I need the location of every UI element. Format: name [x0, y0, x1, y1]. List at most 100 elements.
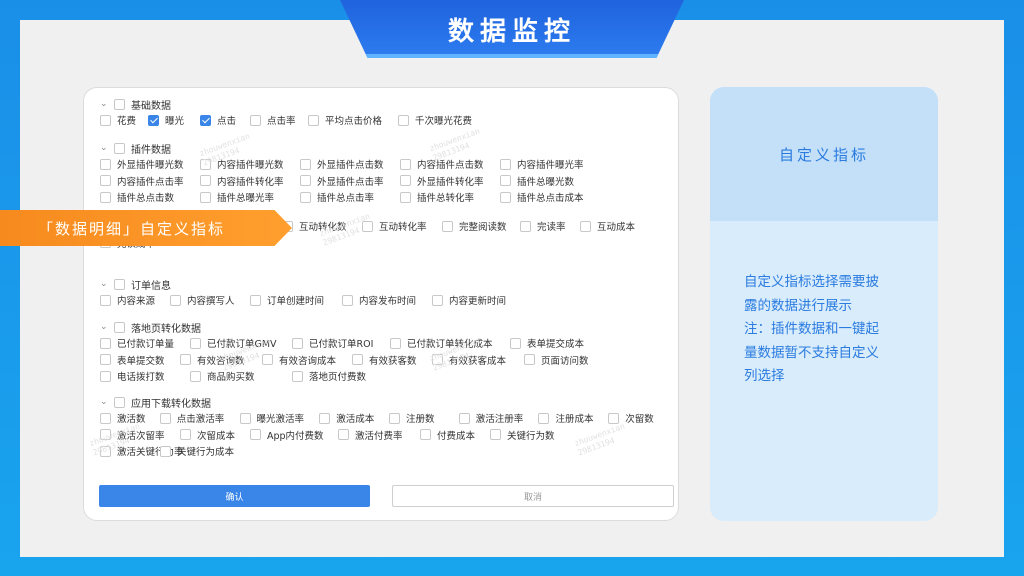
metric-checkbox[interactable] [319, 412, 331, 424]
metric-checkbox[interactable] [490, 429, 501, 441]
metric-checkbox[interactable] [390, 337, 401, 349]
metric-checkbox[interactable] [352, 354, 363, 366]
metric-option[interactable]: 外显插件转化率 [400, 174, 500, 188]
metric-checkbox[interactable] [300, 158, 311, 170]
metric-option[interactable]: 关键行为数 [490, 428, 570, 442]
metric-option[interactable]: 电话拨打数 [100, 369, 190, 383]
metric-option[interactable]: 插件总点击成本 [500, 190, 600, 204]
metric-option[interactable]: 落地页付费数 [292, 369, 390, 383]
metric-option[interactable]: 激活数 [100, 411, 160, 425]
metric-checkbox[interactable] [100, 158, 111, 170]
metric-checkbox[interactable] [300, 175, 311, 187]
metric-option[interactable]: 内容撰写人 [170, 293, 250, 307]
metric-option[interactable]: 次留数 [608, 411, 668, 425]
metric-option[interactable]: 外显插件曝光数 [100, 157, 200, 171]
metric-checkbox[interactable] [100, 294, 111, 306]
cancel-button[interactable]: 取消 [392, 485, 674, 507]
metric-checkbox[interactable] [580, 220, 591, 232]
metric-checkbox[interactable] [159, 412, 171, 424]
metric-option[interactable]: 完读率 [520, 219, 580, 233]
metric-option[interactable]: 商品购买数 [190, 369, 292, 383]
metric-option[interactable]: 内容更新时间 [432, 293, 522, 307]
section-header[interactable]: ⌄ 落地页转化数据 [100, 319, 668, 335]
metric-option[interactable]: 已付款订单量 [100, 336, 190, 350]
metric-checkbox[interactable] [608, 412, 620, 424]
chevron-down-icon[interactable]: ⌄ [100, 322, 114, 332]
metric-checkbox[interactable] [180, 354, 191, 366]
metric-option[interactable]: 页面访问数 [524, 353, 604, 367]
metric-checkbox[interactable] [388, 412, 400, 424]
metric-checkbox[interactable] [510, 337, 521, 349]
metric-option[interactable]: 付费成本 [420, 428, 490, 442]
metric-checkbox[interactable] [292, 337, 303, 349]
metric-option[interactable]: App内付费数 [250, 428, 338, 442]
metric-option[interactable]: 注册数 [388, 411, 459, 425]
metric-checkbox[interactable] [400, 175, 411, 187]
metric-option[interactable]: 已付款订单转化成本 [390, 336, 510, 350]
metric-option[interactable]: 完整阅读数 [442, 219, 520, 233]
metric-option[interactable]: 次留成本 [180, 428, 250, 442]
metric-option[interactable]: 订单创建时间 [250, 293, 342, 307]
metric-option[interactable]: 点击 [200, 113, 250, 127]
metric-option[interactable]: 有效咨询成本 [262, 353, 352, 367]
chevron-down-icon[interactable]: ⌄ [100, 397, 114, 407]
metric-checkbox[interactable] [342, 294, 353, 306]
metric-option[interactable]: 内容插件点击数 [400, 157, 500, 171]
metric-option[interactable]: 插件总曝光率 [200, 190, 300, 204]
metric-checkbox[interactable] [524, 354, 535, 366]
metric-checkbox[interactable] [190, 337, 201, 349]
metric-option[interactable]: 平均点击价格 [308, 113, 398, 127]
chevron-down-icon[interactable]: ⌄ [100, 279, 114, 289]
section-header[interactable]: ⌄ 基础数据 [100, 96, 668, 112]
metric-option[interactable]: 表单提交数 [100, 353, 180, 367]
confirm-button[interactable]: 确认 [99, 485, 370, 507]
metric-checkbox[interactable] [400, 158, 411, 170]
metric-option[interactable]: 有效获客成本 [432, 353, 524, 367]
metric-checkbox[interactable] [180, 429, 191, 441]
metric-option[interactable]: 插件总曝光数 [500, 174, 600, 188]
section-select-all-checkbox[interactable] [114, 321, 125, 333]
metric-checkbox[interactable] [538, 412, 550, 424]
metric-checkbox[interactable] [170, 294, 181, 306]
metric-option[interactable]: 内容插件转化率 [200, 174, 300, 188]
metric-option[interactable]: 内容插件曝光率 [500, 157, 600, 171]
section-select-all-checkbox[interactable] [114, 396, 125, 408]
chevron-down-icon[interactable]: ⌄ [100, 99, 114, 109]
metric-checkbox[interactable] [100, 445, 111, 457]
metric-option[interactable]: 有效咨询数 [180, 353, 262, 367]
metric-option[interactable]: 互动转化数 [282, 219, 362, 233]
metric-option[interactable]: 表单提交成本 [510, 336, 600, 350]
metric-option[interactable]: 内容来源 [100, 293, 170, 307]
metric-checkbox[interactable] [100, 370, 111, 382]
metric-option[interactable]: 千次曝光花费 [398, 113, 478, 127]
metric-option[interactable]: 激活成本 [319, 411, 389, 425]
metric-checkbox[interactable] [338, 429, 349, 441]
metric-checkbox[interactable] [100, 191, 111, 203]
metric-option[interactable]: 关键行为成本 [160, 444, 240, 458]
metric-option[interactable]: 花费 [100, 113, 148, 127]
metric-option[interactable]: 激活注册率 [458, 411, 539, 425]
metric-option[interactable]: 点击激活率 [159, 411, 240, 425]
metric-option[interactable]: 插件总点击率 [300, 190, 400, 204]
metric-checkbox[interactable] [500, 191, 511, 203]
metric-checkbox[interactable] [200, 158, 211, 170]
metric-checkbox[interactable] [250, 294, 261, 306]
metric-checkbox[interactable] [520, 220, 531, 232]
metric-option[interactable]: 已付款订单ROI [292, 336, 390, 350]
metric-checkbox[interactable] [160, 445, 171, 457]
metric-checkbox[interactable] [500, 158, 511, 170]
metric-checkbox[interactable] [262, 354, 273, 366]
metric-checkbox[interactable] [100, 429, 111, 441]
metric-checkbox[interactable] [200, 114, 211, 126]
metric-checkbox[interactable] [190, 370, 201, 382]
metric-option[interactable]: 注册成本 [538, 411, 608, 425]
metric-option[interactable]: 曝光激活率 [239, 411, 320, 425]
metric-checkbox[interactable] [100, 114, 111, 126]
metric-option[interactable]: 插件总转化率 [400, 190, 500, 204]
metric-option[interactable]: 内容插件点击率 [100, 174, 200, 188]
metric-option[interactable]: 插件总点击数 [100, 190, 200, 204]
section-header[interactable]: ⌄ 应用下载转化数据 [100, 394, 668, 410]
metric-option[interactable]: 已付款订单GMV [190, 336, 292, 350]
metric-checkbox[interactable] [100, 175, 111, 187]
metric-checkbox[interactable] [400, 191, 411, 203]
